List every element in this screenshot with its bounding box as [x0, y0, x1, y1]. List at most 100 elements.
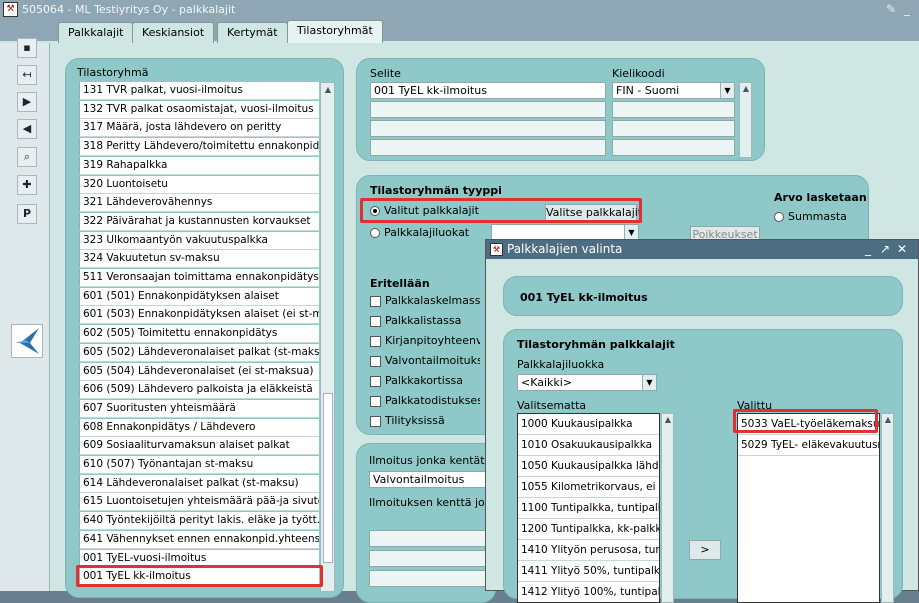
checkbox[interactable] [370, 395, 381, 407]
scroll-thumb[interactable] [323, 393, 333, 563]
tab-palkkalajit[interactable]: Palkkalajit [58, 22, 134, 43]
checkbox-item[interactable]: Palkkalistassa [370, 314, 461, 327]
scroll-up-icon[interactable]: ▲ [740, 83, 752, 95]
list-item[interactable]: 323 Ulkomaantyön vakuutuspalkka [79, 231, 319, 250]
radio-summasta-button[interactable] [774, 212, 784, 222]
checkbox[interactable] [370, 415, 381, 427]
list-item[interactable]: 317 Määrä, josta lähdevero on peritty [79, 119, 319, 138]
list-item[interactable]: 640 Työntekijöiltä perityt lakis. eläke … [79, 512, 319, 531]
list-item[interactable]: 610 (507) Työnantajan st-maksu [79, 456, 319, 474]
list-scrollbar[interactable]: ▲ [320, 82, 335, 592]
checkbox-item[interactable]: Palkkalaskelmassa [370, 294, 480, 307]
radio-summasta[interactable]: Summasta [774, 210, 847, 223]
checkbox-item[interactable]: Tilityksissä [370, 414, 445, 427]
list-item[interactable]: 321 Lähdeverovähennys [79, 194, 319, 213]
unselected-scrollbar[interactable]: ▲ [661, 413, 674, 603]
list-item[interactable]: 324 Vakuutetun sv-maksu [79, 250, 319, 269]
chevron-down-icon[interactable]: ▼ [624, 225, 638, 240]
checkbox[interactable] [370, 335, 381, 347]
list-item[interactable]: 641 Vähennykset ennen ennakonpid.yhteens… [79, 530, 319, 549]
exit-icon[interactable]: ↤ [17, 65, 37, 85]
list-item[interactable]: 318 Peritty Lähdevero/toimitettu ennakon… [79, 138, 319, 157]
radio-valitut-button[interactable] [370, 206, 380, 216]
list-item[interactable]: 001 TyEL kk-ilmoitus [79, 568, 319, 587]
selite-input-3[interactable] [370, 120, 606, 137]
selite-input-4[interactable] [370, 139, 606, 156]
list-item[interactable]: 615 Luontoisetujen yhteismäärä pää-ja si… [79, 493, 319, 512]
selected-scrollbar[interactable]: ▲ [881, 413, 894, 603]
scroll-up-icon[interactable]: ▲ [882, 414, 894, 426]
dialog-class-select[interactable]: <Kaikki> ▼ [517, 374, 657, 391]
tab-tilastoryhmat[interactable]: Tilastoryhmät [287, 20, 383, 43]
list-item[interactable]: 5029 TyEL- eläkevakuutusmaksu [738, 435, 879, 456]
selite-scrollbar[interactable]: ▲ [739, 82, 752, 158]
selite-input-2[interactable] [370, 101, 606, 118]
list-item[interactable]: 1000 Kuukausipalkka [518, 414, 659, 435]
move-right-button[interactable]: > [689, 540, 721, 560]
list-item[interactable]: 1412 Ylityö 100%, tuntipalkkaiset [518, 582, 659, 602]
checkbox[interactable] [370, 375, 381, 387]
kielikoodi-input-3[interactable] [612, 120, 735, 137]
list-item[interactable]: 1010 Osakuukausipalkka [518, 435, 659, 456]
radio-palkkalajiluokat[interactable]: Palkkalajiluokat [370, 226, 469, 239]
valitse-palkkalajit-button[interactable]: Valitse palkkalajit [545, 204, 642, 221]
dialog-maximize-button[interactable]: ↗ [878, 240, 892, 259]
checkbox-item[interactable]: Kirjanpitoyhteenvedossa [370, 334, 480, 347]
list-item[interactable]: 605 (502) Lähdeveronalaiset palkat (st-m… [79, 343, 319, 362]
list-item[interactable]: 607 Suoritusten yhteismäärä [79, 399, 319, 418]
minimize-button[interactable]: _ [900, 1, 914, 17]
list-item[interactable]: 606 (509) Lähdevero palkoista ja eläkkei… [79, 381, 319, 400]
previous-icon[interactable]: ◀ [17, 119, 37, 139]
list-item[interactable]: 608 Ennakonpidätys / Lähdevero [79, 418, 319, 437]
list-item[interactable]: 322 Päivärahat ja kustannusten korvaukse… [79, 212, 319, 231]
checkbox-item[interactable]: Palkkatodistuksessa [370, 394, 480, 407]
checkbox-item[interactable]: Valvontailmoituksessa [370, 354, 480, 367]
list-item[interactable]: 609 Sosiaaliturvamaksun alaiset palkat [79, 437, 319, 456]
checkbox[interactable] [370, 355, 381, 367]
list-item[interactable]: 614 Lähdeveronalaiset palkat (st-maksu) [79, 474, 319, 493]
selite-input[interactable]: 001 TyEL kk-ilmoitus [370, 82, 606, 99]
dialog-close-button[interactable]: ✕ [895, 240, 909, 259]
list-item[interactable]: 511 Veronsaajan toimittama ennakonpidäty… [79, 269, 319, 287]
list-item[interactable]: 001 TyEL-vuosi-ilmoitus [79, 549, 319, 568]
search-icon[interactable]: ⌕ [17, 147, 37, 167]
list-item[interactable]: 1050 Kuukausipalkka lähdevero [518, 456, 659, 477]
chevron-down-icon[interactable]: ▼ [720, 83, 734, 98]
ilmoitus-field-1[interactable] [369, 530, 497, 547]
checkbox[interactable] [370, 315, 381, 327]
edit-icon[interactable]: ✎ [884, 1, 898, 17]
list-item[interactable]: 601 (501) Ennakonpidätyksen alaiset [79, 287, 319, 306]
checkbox[interactable] [370, 295, 381, 307]
list-item[interactable]: 131 TVR palkat, vuosi-ilmoitus [79, 82, 319, 100]
ilmoitus-field-3[interactable] [369, 570, 497, 587]
save-icon[interactable]: ▪ [17, 38, 37, 58]
list-item[interactable]: 602 (505) Toimitettu ennakonpidätys [79, 325, 319, 344]
list-item[interactable]: 601 (503) Ennakonpidätyksen alaiset (ei … [79, 306, 319, 325]
tab-keskiansiot[interactable]: Keskiansiot [132, 22, 215, 43]
list-item[interactable]: 319 Rahapalkka [79, 156, 319, 175]
kielikoodi-input-2[interactable] [612, 101, 735, 118]
list-item[interactable]: 1200 Tuntipalkka, kk-palkkaiset [518, 519, 659, 540]
tab-kertymat[interactable]: Kertymät [217, 22, 288, 43]
dialog-minimize-button[interactable]: _ [861, 240, 875, 259]
list-item[interactable]: 605 (504) Lähdeveronalaiset (ei st-maksu… [79, 362, 319, 381]
radio-valitut[interactable]: Valitut palkkalajit [370, 204, 479, 217]
list-item[interactable]: 320 Luontoisetu [79, 175, 319, 194]
list-item[interactable]: 1100 Tuntipalkka, tuntipalkkaiset [518, 498, 659, 519]
scroll-up-icon[interactable]: ▲ [662, 414, 674, 426]
list-item[interactable]: 132 TVR palkat osaomistajat, vuosi-ilmoi… [79, 100, 319, 119]
kielikoodi-select[interactable]: FIN - Suomi ▼ [612, 82, 735, 99]
list-item[interactable]: 5033 VaEL-työeläkemaksu [738, 414, 879, 435]
kielikoodi-input-4[interactable] [612, 139, 735, 156]
list-item[interactable]: 1411 Ylityö 50%, tuntipalkkaiset [518, 561, 659, 582]
scroll-up-icon[interactable]: ▲ [322, 84, 334, 96]
ilmoitus-field-2[interactable] [369, 550, 497, 567]
checkbox-item[interactable]: Palkkakortissa [370, 374, 463, 387]
print-icon[interactable]: P [17, 204, 37, 224]
list-item[interactable]: 1055 Kilometrikorvaus, ei ennakonpidätys… [518, 477, 659, 498]
ilmoitus-select[interactable]: Valvontailmoitus [369, 471, 497, 488]
list-item[interactable]: 1410 Ylityön perusosa, tuntipalkka [518, 540, 659, 561]
new-icon[interactable]: ✚ [17, 175, 37, 195]
next-icon[interactable]: ▶ [17, 92, 37, 112]
chevron-down-icon[interactable]: ▼ [642, 375, 656, 390]
